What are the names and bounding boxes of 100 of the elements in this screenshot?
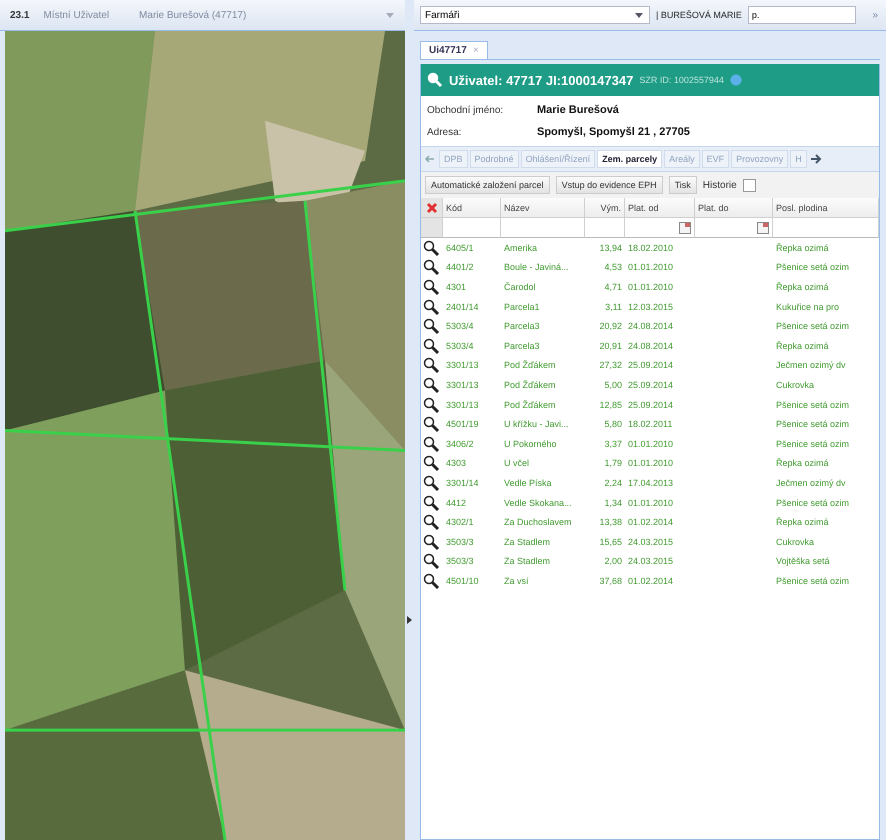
magnifier-icon — [423, 259, 439, 276]
table-cell: Pšenice setá ozim — [776, 419, 850, 430]
table-cell: 4302/1 — [446, 517, 474, 528]
magnifier-icon — [423, 240, 439, 256]
column-header[interactable]: Plat. do — [695, 198, 773, 218]
filter-field[interactable] — [585, 218, 625, 238]
tab[interactable]: Zem. parcely — [597, 150, 662, 168]
table-cell: 3301/13 — [446, 380, 479, 390]
table-cell: U včel — [504, 458, 530, 468]
toolbar-button[interactable]: Automatické založení parcel — [425, 176, 550, 194]
toolbar-button[interactable]: Tisk — [668, 176, 697, 194]
table-cell: 25.09.2014 — [628, 380, 674, 390]
table-cell: 3,37 — [604, 438, 622, 449]
table-cell: 13,38 — [599, 517, 622, 528]
table-cell: Parcela3 — [504, 321, 540, 332]
table-cell: Za Stadlem — [504, 536, 550, 547]
toolbar-button[interactable]: Vstup do evidence EPH — [556, 176, 663, 194]
table-cell: 2,24 — [604, 478, 622, 488]
magnifier-icon — [423, 572, 439, 589]
search-field[interactable]: p. — [748, 6, 856, 24]
table-cell: Pšenice setá ozim — [776, 262, 850, 272]
table-cell: Parcela3 — [504, 340, 540, 351]
table-cell: 01.01.2010 — [628, 498, 674, 508]
user-label: Marie Burešová (47717) — [139, 10, 246, 20]
column-header[interactable]: Posl. plodina — [773, 198, 879, 218]
table-cell: 4301 — [446, 282, 466, 292]
table-cell: 01.02.2014 — [628, 576, 674, 586]
table-cell: 2,00 — [604, 556, 622, 566]
table-cell: Pšenice setá ozim — [776, 498, 850, 508]
table-cell: Ječmen ozimý dv — [776, 360, 846, 370]
magnifier-icon — [423, 396, 439, 413]
table-cell: Boule - Javiná... — [504, 262, 569, 272]
table-cell: 4,71 — [604, 282, 622, 292]
table-cell: Pšenice setá ozim — [776, 321, 850, 332]
table-cell: 01.01.2010 — [628, 282, 674, 292]
table-cell: Kukuřice na pro — [776, 302, 840, 312]
history-checkbox[interactable] — [742, 178, 756, 192]
filter-field[interactable] — [443, 218, 501, 238]
farmer-name: | BUREŠOVÁ MARIE — [656, 10, 742, 20]
table-cell: 3301/13 — [446, 400, 479, 410]
version-label: 23.1 — [10, 10, 30, 20]
field-label: Adresa: — [427, 126, 462, 138]
table-cell: 5,80 — [604, 419, 622, 430]
column-header[interactable]: Plat. od — [625, 198, 695, 218]
column-header[interactable]: Kód — [443, 198, 501, 218]
table-cell: 5303/4 — [446, 321, 474, 332]
table-cell: 4303 — [446, 458, 466, 468]
table-cell: Řepka ozimá — [776, 517, 829, 528]
table-cell: 12,85 — [599, 400, 622, 410]
table-cell: 24.03.2015 — [628, 536, 674, 547]
magnifier-icon — [423, 534, 439, 550]
filter-field[interactable] — [773, 218, 879, 238]
table-cell: 25.09.2014 — [628, 400, 674, 410]
table-cell: Cukrovka — [776, 380, 814, 390]
table-cell: Pšenice setá ozim — [776, 400, 850, 410]
magnifier-icon — [423, 436, 439, 452]
filter-field[interactable] — [501, 218, 585, 238]
table-cell: 3301/13 — [446, 360, 479, 370]
table-cell: 4401/2 — [446, 262, 474, 272]
table-cell: Pod Žďákem — [504, 380, 556, 390]
collapse-arrow-icon — [407, 616, 412, 624]
table-cell: 3406/2 — [446, 438, 474, 449]
filter-field[interactable] — [695, 218, 773, 238]
table-cell: Pod Žďákem — [504, 360, 556, 370]
field-value: Spomyšl, Spomyšl 21 , 27705 — [537, 126, 691, 138]
szr-id-label: SZR ID: 1002557944 — [639, 75, 724, 85]
magnifier-icon — [423, 474, 439, 491]
table-cell: 01.01.2010 — [628, 458, 674, 468]
table-cell: 27,32 — [599, 360, 622, 370]
table-cell: 2401/14 — [446, 302, 479, 312]
farmer-select[interactable]: Farmáři — [420, 6, 650, 24]
table-cell: Vedle Skokana... — [504, 498, 572, 508]
table-cell: 3301/14 — [446, 478, 479, 488]
table-cell: 3,11 — [605, 302, 622, 312]
table-cell: 6405/1 — [446, 242, 474, 253]
field-label: Obchodní jméno: — [427, 104, 504, 116]
table-cell: U Pokorného — [504, 438, 557, 449]
user-type-label: Místní Uživatel — [43, 10, 110, 20]
table-cell: Za Duchoslavem — [504, 517, 572, 528]
splitter-handle[interactable] — [405, 0, 414, 840]
table-cell: 13,94 — [599, 242, 622, 253]
magnifier-icon — [423, 494, 439, 511]
magnifier-icon — [423, 514, 439, 530]
magnifier-icon — [423, 553, 439, 570]
table-cell: Řepka ozimá — [776, 242, 829, 253]
table-cell: Řepka ozimá — [776, 340, 829, 351]
search-icon — [427, 72, 443, 88]
table-cell: 17.04.2013 — [628, 478, 674, 488]
table-cell: 1,79 — [604, 458, 622, 468]
document-tab[interactable]: Ui47717 × — [420, 41, 488, 59]
filter-field[interactable] — [625, 218, 695, 238]
table-cell: Ječmen ozimý dv — [776, 478, 846, 488]
table-cell: 18.02.2011 — [628, 419, 672, 430]
column-header[interactable]: Vým. — [585, 198, 625, 218]
table-cell: Pšenice setá ozim — [776, 576, 850, 586]
table-cell: U křížku - Javi... — [504, 419, 569, 430]
magnifier-icon — [423, 357, 439, 374]
scroll-right-icon — [808, 152, 823, 166]
column-header[interactable]: Název — [501, 198, 585, 218]
calendar-icon — [679, 222, 691, 234]
